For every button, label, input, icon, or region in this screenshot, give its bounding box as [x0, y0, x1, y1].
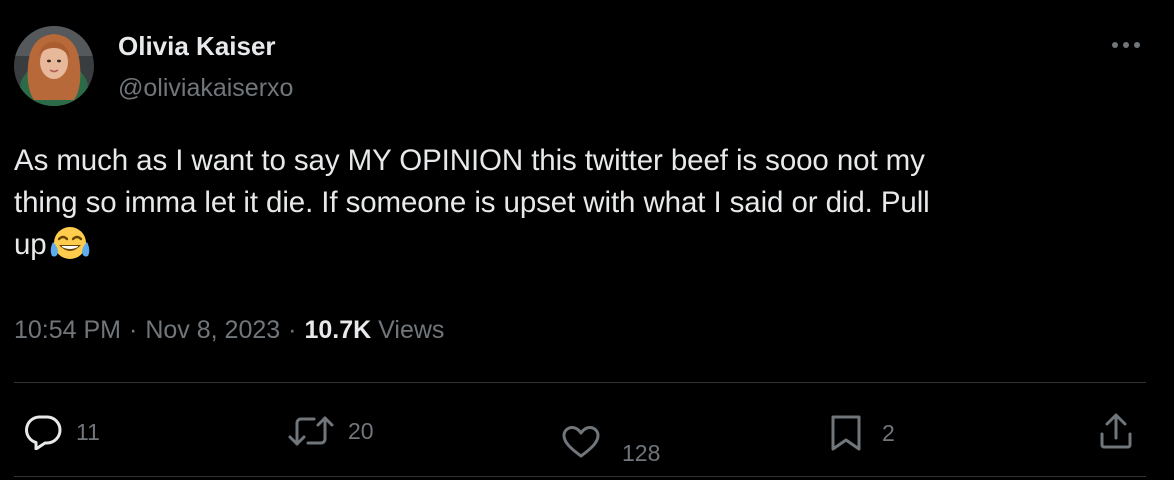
bookmark-button[interactable]: 2 — [830, 414, 895, 452]
tweet-time[interactable]: 10:54 PM — [14, 316, 121, 344]
views-count: 10.7K — [304, 316, 372, 344]
retweet-button[interactable]: 20 — [288, 414, 374, 448]
divider — [14, 382, 1146, 383]
like-icon — [562, 426, 600, 458]
tweet-date[interactable]: Nov 8, 2023 — [145, 316, 280, 344]
divider — [14, 476, 1146, 477]
tweet-text-line: up — [14, 228, 47, 261]
face-with-tears-of-joy-icon — [50, 227, 89, 259]
separator-dot: · — [129, 316, 138, 344]
bookmark-icon — [831, 415, 861, 451]
bookmark-count: 2 — [882, 420, 895, 446]
views-label: Views — [378, 316, 445, 344]
tweet-text: As much as I want to say MY OPINION this… — [14, 140, 1134, 266]
tweet-text-line: As much as I want to say MY OPINION this… — [14, 144, 925, 177]
retweet-icon — [288, 416, 334, 446]
like-button[interactable]: 128 — [562, 416, 660, 468]
retweet-count: 20 — [348, 418, 374, 444]
tweet: Olivia Kaiser @oliviakaiserxo As much as… — [0, 0, 1174, 480]
reply-button[interactable]: 11 — [24, 414, 100, 450]
share-button[interactable] — [1098, 412, 1134, 450]
reply-count: 11 — [76, 419, 100, 445]
more-icon — [1112, 42, 1140, 48]
like-count: 128 — [622, 440, 661, 466]
avatar[interactable] — [14, 26, 94, 106]
tweet-text-line-last: up — [14, 224, 1134, 266]
more-button[interactable] — [1106, 30, 1146, 60]
separator-dot: · — [288, 316, 297, 344]
author-name[interactable]: Olivia Kaiser — [118, 30, 276, 62]
author-handle[interactable]: @oliviakaiserxo — [118, 72, 293, 104]
tweet-meta: 10:54 PM · Nov 8, 2023 · 10.7K Views — [14, 313, 444, 347]
share-icon — [1100, 413, 1132, 449]
reply-icon — [25, 415, 62, 450]
tweet-text-line: thing so imma let it die. If someone is … — [14, 186, 930, 219]
